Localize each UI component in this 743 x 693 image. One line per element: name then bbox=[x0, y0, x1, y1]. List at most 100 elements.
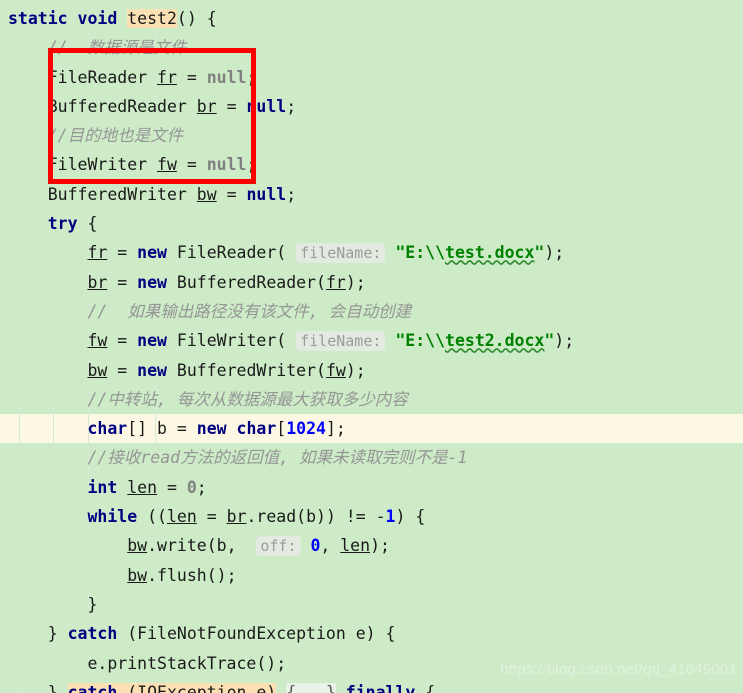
code-token: null bbox=[246, 184, 287, 204]
code-token: (IOException e) bbox=[117, 682, 277, 693]
code-token: = bbox=[107, 243, 138, 263]
code-token: new bbox=[137, 331, 167, 351]
code-line[interactable]: bw.flush(); bbox=[0, 561, 743, 590]
code-line[interactable]: bw = new BufferedWriter(fw); bbox=[0, 356, 743, 385]
code-token: new bbox=[137, 360, 167, 380]
code-content[interactable]: static void test2() { // 数据源是文件 FileRead… bbox=[0, 0, 743, 693]
code-token: { bbox=[77, 214, 98, 234]
code-token: ); bbox=[370, 536, 390, 556]
code-token: while bbox=[87, 507, 138, 527]
code-token: static bbox=[8, 9, 68, 28]
code-token: br bbox=[196, 96, 217, 116]
code-line[interactable]: } bbox=[0, 590, 743, 619]
code-line[interactable]: //接收read方法的返回值, 如果未读取完则不是-1 bbox=[0, 443, 743, 472]
code-token: // 数据源是文件 bbox=[47, 38, 187, 58]
code-token: //中转站, 每次从数据源最大获取多少内容 bbox=[87, 389, 408, 409]
code-token: () { bbox=[176, 9, 217, 28]
code-token: new bbox=[137, 272, 167, 292]
code-token: 0 bbox=[310, 536, 321, 556]
code-token: (( bbox=[137, 507, 167, 527]
code-line[interactable]: static void test2() { bbox=[0, 4, 743, 33]
code-line[interactable]: bw.write(b, off: 0, len); bbox=[0, 531, 743, 560]
code-token: new bbox=[196, 419, 227, 439]
code-line[interactable]: //目的地也是文件 bbox=[0, 121, 743, 150]
code-line[interactable]: try { bbox=[0, 209, 743, 238]
code-editor[interactable]: static void test2() { // 数据源是文件 FileRead… bbox=[0, 0, 743, 693]
code-token: null bbox=[246, 96, 287, 116]
code-token: ]; bbox=[325, 419, 346, 439]
code-token: fw bbox=[325, 360, 346, 380]
code-token: ; bbox=[246, 155, 257, 175]
code-token: bw bbox=[196, 184, 217, 204]
code-token: br bbox=[87, 272, 108, 292]
code-line[interactable]: br = new BufferedReader(fr); bbox=[0, 268, 743, 297]
code-token: new bbox=[137, 243, 167, 263]
code-token: ); bbox=[544, 243, 565, 263]
code-token: ; bbox=[196, 477, 207, 497]
code-line[interactable]: FileReader fr = null; bbox=[0, 63, 743, 92]
code-line[interactable]: } catch (IOException e) {...} finally { bbox=[0, 678, 743, 693]
code-token: ; bbox=[286, 96, 297, 116]
code-token: finally bbox=[345, 682, 416, 693]
code-line[interactable]: fw = new FileWriter( fileName: "E:\\test… bbox=[0, 326, 743, 355]
code-token: fileName: bbox=[296, 331, 386, 352]
code-token: fr bbox=[325, 272, 346, 292]
code-line[interactable]: BufferedWriter bw = null; bbox=[0, 180, 743, 209]
code-line[interactable]: BufferedReader br = null; bbox=[0, 92, 743, 121]
code-token: "E:\\ bbox=[395, 243, 446, 263]
code-line[interactable]: int len = 0; bbox=[0, 473, 743, 502]
code-token: len bbox=[340, 536, 371, 556]
code-token: = bbox=[216, 96, 247, 116]
code-token: 0 bbox=[186, 477, 197, 497]
code-line[interactable]: // 如果输出路径没有该文件, 会自动创建 bbox=[0, 297, 743, 326]
code-token: [ bbox=[276, 419, 287, 439]
code-token: , bbox=[320, 536, 341, 556]
code-token: fw bbox=[87, 331, 108, 351]
code-line[interactable]: } catch (FileNotFoundException e) { bbox=[0, 619, 743, 648]
code-token: .read(b)) != - bbox=[246, 507, 386, 527]
code-line[interactable]: // 数据源是文件 bbox=[0, 33, 743, 62]
code-token: .flush(); bbox=[147, 565, 237, 585]
code-line[interactable]: fr = new FileReader( fileName: "E:\\test… bbox=[0, 238, 743, 267]
code-token: {...} bbox=[286, 682, 336, 693]
code-token: " bbox=[544, 331, 555, 351]
code-token: catch bbox=[67, 682, 118, 693]
code-line[interactable]: while ((len = br.read(b)) != -1) { bbox=[0, 502, 743, 531]
code-line[interactable]: //中转站, 每次从数据源最大获取多少内容 bbox=[0, 385, 743, 414]
code-token: ; bbox=[286, 184, 297, 204]
code-token: = bbox=[176, 155, 207, 175]
code-token: ) { bbox=[395, 507, 426, 527]
code-token: FileWriter bbox=[47, 155, 158, 175]
code-token: null bbox=[206, 155, 247, 175]
code-token: catch bbox=[67, 624, 118, 644]
code-token: .write(b, bbox=[147, 536, 257, 556]
code-token: FileWriter( bbox=[166, 331, 297, 351]
code-line[interactable]: e.printStackTrace(); bbox=[0, 649, 743, 678]
code-token: ); bbox=[554, 331, 575, 351]
code-token: fr bbox=[87, 243, 108, 263]
code-line[interactable]: FileWriter fw = null; bbox=[0, 150, 743, 179]
code-token: e.printStackTrace(); bbox=[87, 653, 287, 673]
code-token: len bbox=[166, 507, 197, 527]
code-token: } bbox=[47, 624, 68, 644]
code-token: bw bbox=[127, 565, 148, 585]
code-token: [] b = bbox=[127, 419, 197, 439]
code-token: 1024 bbox=[286, 419, 326, 439]
code-line[interactable]: char[] b = new char[1024]; bbox=[0, 414, 743, 443]
